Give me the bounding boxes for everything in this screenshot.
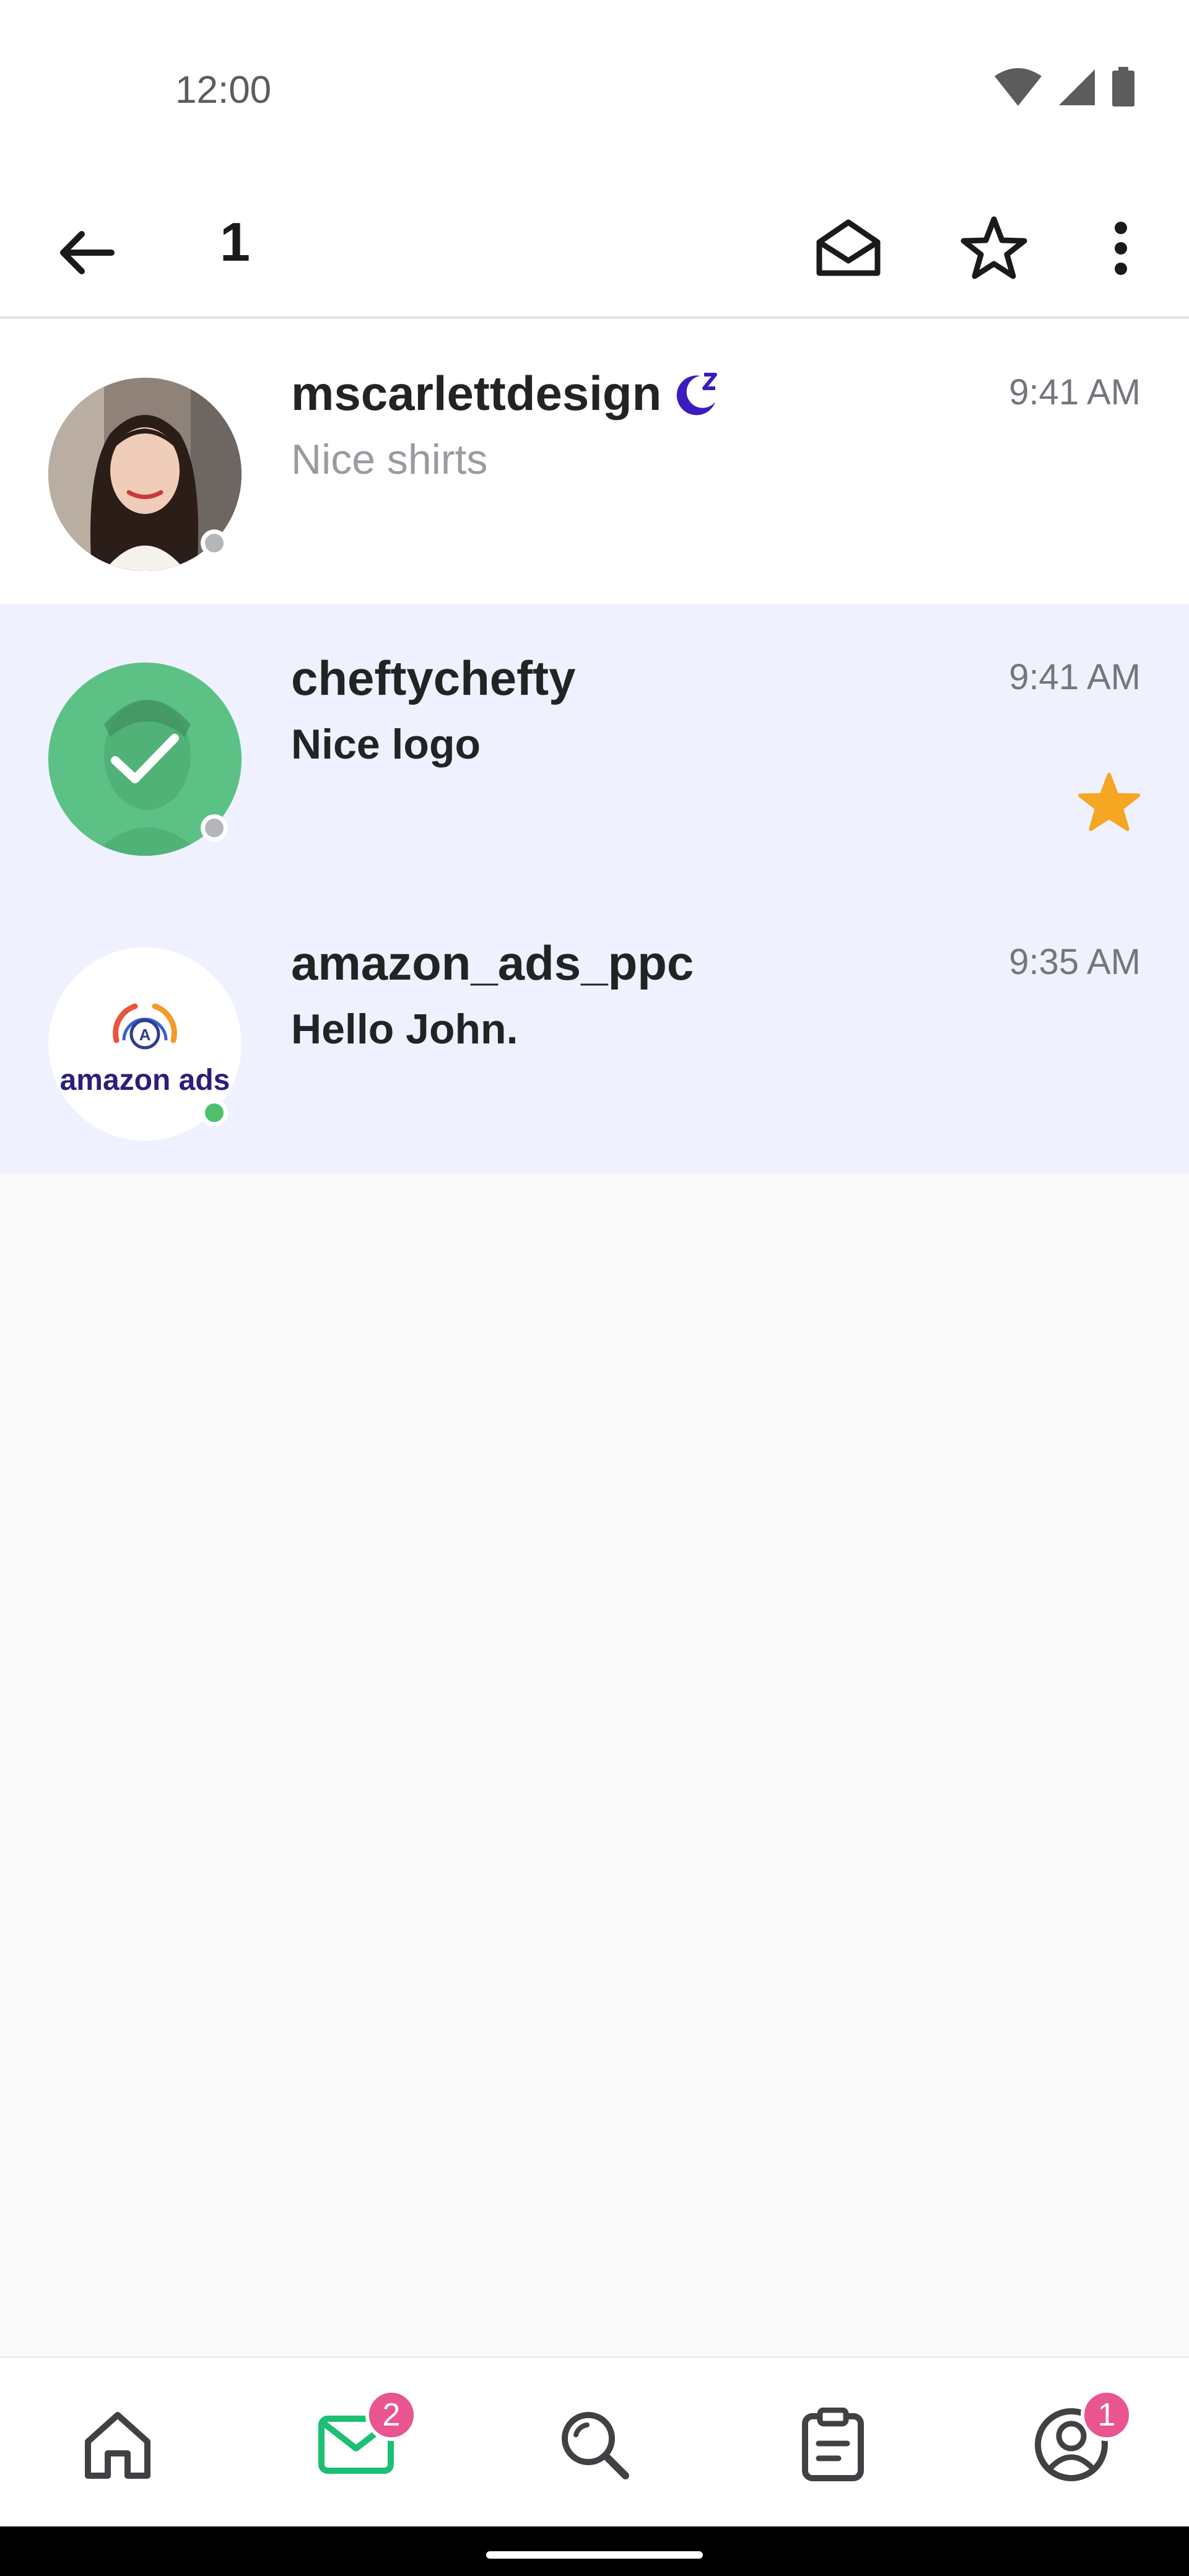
conversation-time: 9:41 AM [1009, 657, 1141, 697]
conversation-preview: Nice logo [291, 721, 481, 768]
check-icon [111, 734, 179, 783]
nav-orders[interactable] [783, 2395, 882, 2494]
selected-count: 1 [220, 211, 250, 272]
back-arrow-icon[interactable] [56, 222, 118, 284]
bottom-navigation: 2 1 [0, 2356, 1189, 2526]
conversation-item[interactable]: A amazon ads amazon_ads_ppc 9:35 AM Hell… [0, 889, 1189, 1173]
status-icons [993, 67, 1136, 108]
search-icon [562, 2412, 629, 2479]
presence-dot-offline [201, 529, 228, 557]
gesture-handle[interactable] [486, 2551, 703, 2559]
conversation-username: cheftychefty [291, 651, 576, 705]
conversation-username: mscarlettdesign [291, 366, 662, 420]
wifi-icon [995, 68, 1042, 106]
mark-read-envelope-icon [816, 219, 881, 276]
profile-badge: 1 [1081, 2389, 1133, 2441]
svg-text:A: A [139, 1025, 151, 1044]
conversation-item[interactable]: mscarlettdesign 9:41 AM Nice shirts [0, 319, 1189, 604]
more-vert-icon [1115, 222, 1127, 275]
more-options-button[interactable] [1081, 208, 1161, 289]
presence-dot-online [201, 1099, 228, 1126]
presence-dot-offline [201, 814, 228, 842]
star-button[interactable] [954, 208, 1034, 289]
status-time: 12:00 [175, 69, 272, 111]
signal-icon [1059, 69, 1095, 105]
star-outline-icon [960, 216, 1027, 279]
orders-clipboard-icon [802, 2408, 864, 2481]
nav-profile[interactable]: 1 [1022, 2389, 1133, 2494]
conversation-time: 9:41 AM [1009, 372, 1141, 412]
conversation-item[interactable]: cheftychefty 9:41 AM Nice logo [0, 604, 1189, 889]
svg-text:amazon ads: amazon ads [60, 1064, 230, 1097]
conversation-username: amazon_ads_ppc [291, 936, 694, 990]
nav-inbox[interactable]: 2 [307, 2389, 417, 2494]
inbox-badge: 2 [365, 2389, 417, 2441]
away-moon-icon [676, 373, 717, 416]
selection-app-bar: 1 [0, 186, 1189, 319]
status-bar: 12:00 [0, 0, 1189, 186]
battery-icon [1112, 67, 1135, 107]
mark-as-read-button[interactable] [808, 208, 889, 289]
nav-home[interactable] [68, 2395, 167, 2494]
starred-icon[interactable] [1076, 771, 1142, 834]
conversation-preview: Nice shirts [291, 436, 488, 483]
nav-search[interactable] [545, 2395, 644, 2494]
conversation-preview: Hello John. [291, 1006, 518, 1053]
conversation-time: 9:35 AM [1009, 942, 1141, 982]
home-icon [85, 2412, 150, 2479]
system-gesture-bar [0, 2526, 1189, 2576]
